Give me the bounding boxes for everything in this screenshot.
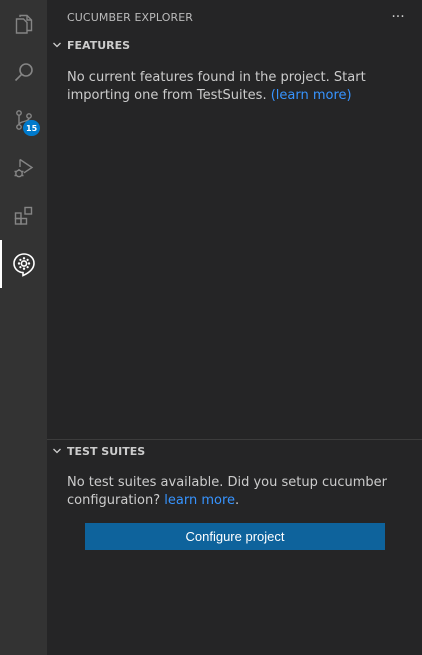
- cucumber-button[interactable]: [0, 240, 47, 288]
- extensions-icon: [14, 206, 32, 225]
- test-suites-section-header[interactable]: TEST SUITES: [47, 440, 422, 462]
- extensions-button[interactable]: [0, 192, 47, 240]
- explorer-button[interactable]: [0, 0, 47, 48]
- more-actions-button[interactable]: ···: [388, 7, 408, 27]
- test-suites-learn-more-link[interactable]: learn more: [164, 493, 235, 508]
- run-debug-icon: [14, 158, 33, 178]
- search-icon: [14, 63, 33, 82]
- sidebar: CUCUMBER EXPLORER ··· FEATURES No curren…: [47, 0, 422, 655]
- features-empty-message: No current features found in the project…: [67, 69, 402, 105]
- sidebar-header: CUCUMBER EXPLORER ···: [47, 0, 422, 35]
- sidebar-title: CUCUMBER EXPLORER: [67, 11, 194, 24]
- source-control-badge: 15: [23, 120, 41, 136]
- test-suites-empty-message: No test suites available. Did you setup …: [67, 474, 402, 510]
- cucumber-icon: [12, 253, 35, 277]
- run-debug-button[interactable]: [0, 144, 47, 192]
- source-control-button[interactable]: 15: [0, 96, 47, 144]
- chevron-down-icon: [47, 440, 67, 462]
- features-learn-more-link[interactable]: (learn more): [271, 88, 352, 103]
- test-suites-section-label: TEST SUITES: [67, 444, 146, 458]
- explorer-icon: [15, 14, 32, 34]
- search-button[interactable]: [0, 48, 47, 96]
- chevron-down-icon: [47, 34, 67, 56]
- features-section-header[interactable]: FEATURES: [47, 34, 422, 56]
- test-suites-message-suffix: .: [235, 493, 240, 508]
- features-section-label: FEATURES: [67, 38, 131, 52]
- activity-bar: 15: [0, 0, 47, 655]
- configure-project-button[interactable]: Configure project: [85, 523, 385, 550]
